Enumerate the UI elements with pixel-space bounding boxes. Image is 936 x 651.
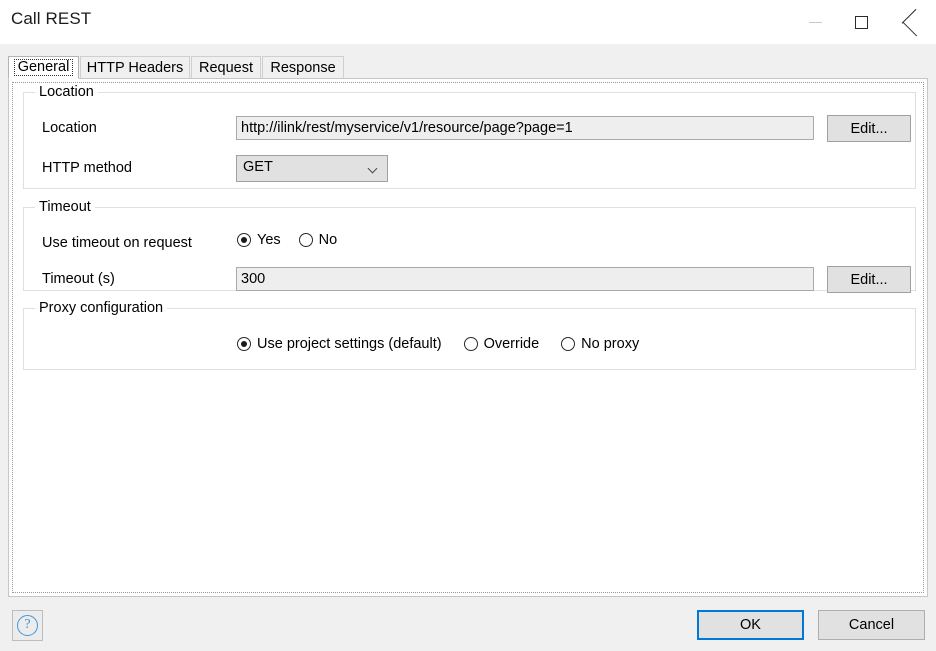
use-timeout-radio-no[interactable]: No: [298, 232, 338, 248]
location-group: Location Location http://ilink/rest/myse…: [23, 84, 916, 189]
minimize-icon: [808, 21, 822, 23]
help-circle-question-icon: ?: [17, 615, 38, 636]
location-group-title: Location: [35, 84, 98, 100]
use-timeout-radio-no-label: No: [318, 232, 338, 248]
radio-indicator: [237, 233, 251, 247]
proxy-group-title: Proxy configuration: [35, 300, 168, 316]
radio-indicator: [298, 233, 313, 247]
http-method-select[interactable]: GET: [236, 155, 388, 182]
use-timeout-radio-yes[interactable]: Yes: [237, 232, 281, 248]
timeout-group-title: Timeout: [35, 199, 95, 215]
timeout-seconds-input[interactable]: 300: [236, 267, 814, 291]
window-titlebar: Call REST: [0, 0, 936, 44]
timeout-seconds-label: Timeout (s): [42, 271, 115, 287]
use-timeout-radio-yes-label: Yes: [257, 232, 281, 248]
proxy-radio-use-project-settings-label: Use project settings (default): [257, 336, 442, 352]
maximize-button[interactable]: [838, 0, 884, 44]
proxy-radio-use-project-settings[interactable]: Use project settings (default): [237, 336, 442, 352]
close-button[interactable]: [884, 0, 936, 44]
http-method-label: HTTP method: [42, 160, 132, 176]
window-controls: [792, 0, 936, 44]
tab-strip: General HTTP Headers Request Response: [8, 56, 928, 79]
location-field-label: Location: [42, 120, 97, 136]
tab-general-label: General: [13, 59, 74, 76]
tab-request[interactable]: Request: [191, 56, 261, 79]
cancel-button[interactable]: Cancel: [818, 610, 925, 640]
location-edit-button[interactable]: Edit...: [827, 115, 911, 142]
radio-indicator: [463, 337, 478, 351]
tab-response[interactable]: Response: [262, 56, 344, 79]
radio-indicator: [237, 337, 251, 351]
tab-general[interactable]: General: [8, 56, 79, 79]
proxy-radio-override[interactable]: Override: [463, 336, 540, 352]
http-method-value: GET: [243, 159, 273, 175]
proxy-radio-override-label: Override: [483, 336, 540, 352]
help-button[interactable]: ?: [12, 610, 43, 641]
radio-indicator: [561, 337, 576, 351]
proxy-configuration-group: Proxy configuration Use project settings…: [23, 300, 916, 370]
tab-http-headers-label: HTTP Headers: [86, 60, 184, 76]
location-input[interactable]: http://ilink/rest/myservice/v1/resource/…: [236, 116, 814, 140]
minimize-button[interactable]: [792, 0, 838, 44]
close-icon: [902, 14, 919, 31]
proxy-radio-no-proxy-label: No proxy: [581, 336, 640, 352]
timeout-edit-button[interactable]: Edit...: [827, 266, 911, 293]
tab-content-panel: Location Location http://ilink/rest/myse…: [8, 78, 928, 597]
use-timeout-radio-group: Yes No: [237, 232, 355, 248]
tab-http-headers[interactable]: HTTP Headers: [80, 56, 190, 79]
proxy-radio-no-proxy[interactable]: No proxy: [561, 336, 639, 352]
window-title: Call REST: [11, 9, 92, 28]
timeout-group: Timeout Use timeout on request Yes No Ti…: [23, 199, 916, 293]
tab-response-label: Response: [270, 60, 336, 76]
maximize-icon: [854, 15, 868, 29]
ok-button[interactable]: OK: [697, 610, 804, 640]
chevron-down-icon: [369, 165, 378, 170]
use-timeout-label: Use timeout on request: [42, 235, 192, 251]
proxy-radio-group: Use project settings (default) Override …: [237, 336, 657, 352]
tab-request-label: Request: [199, 60, 254, 76]
